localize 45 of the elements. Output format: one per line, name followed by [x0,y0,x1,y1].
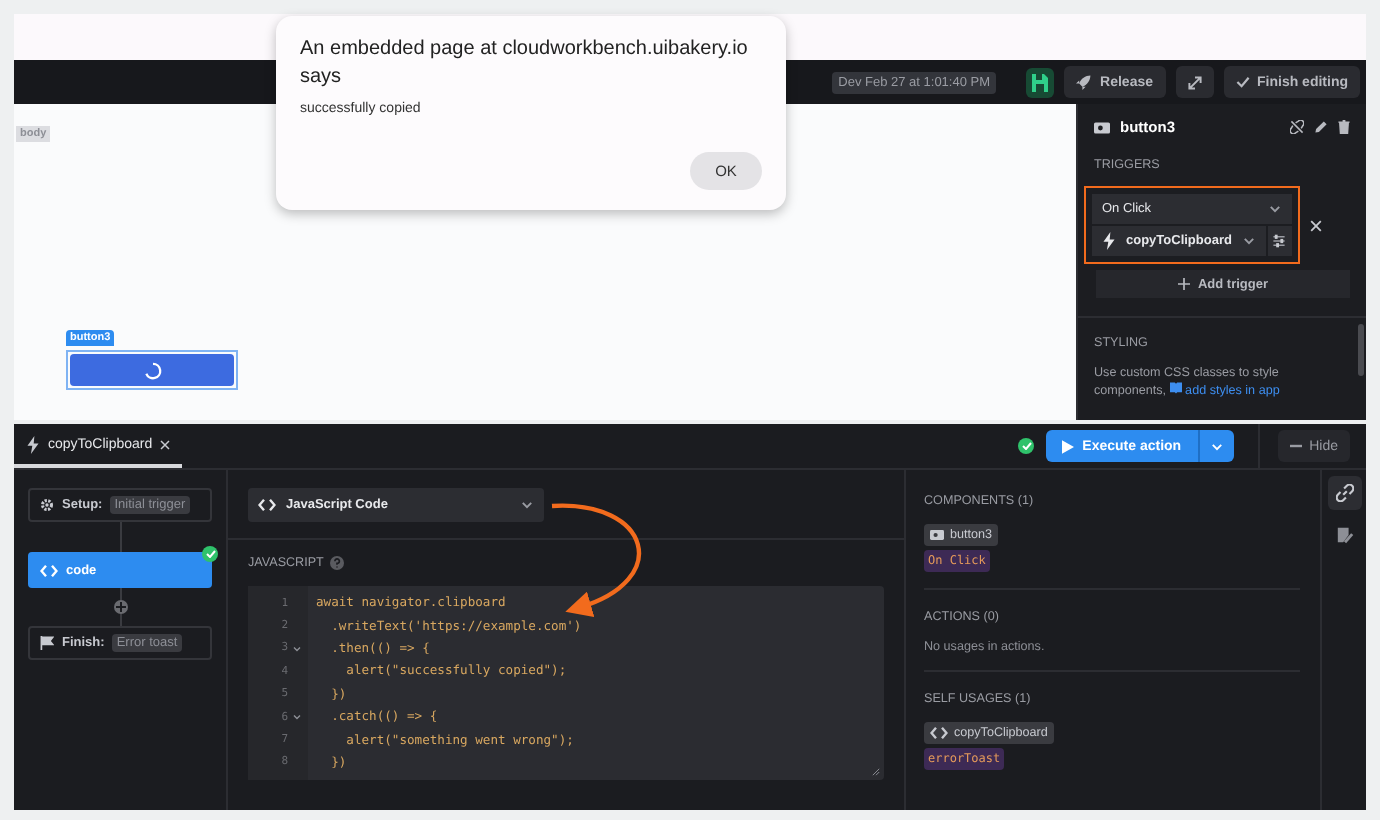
plus-icon [115,602,125,612]
close-icon[interactable] [1310,219,1322,231]
lightning-icon [1102,232,1116,250]
chevron-down-icon [1209,439,1224,453]
chevron-down-icon [1241,234,1256,248]
lightning-icon [26,435,40,453]
minus-icon [1289,444,1302,448]
check-icon [1021,442,1032,450]
resize-handle-icon [872,768,880,776]
trash-icon[interactable] [1338,120,1350,134]
video-icon [1094,121,1110,133]
sliders-icon [1272,234,1287,248]
spinner-icon [143,361,161,379]
play-icon [1062,439,1075,453]
link-icon [1335,484,1353,502]
add-step-button[interactable] [113,600,127,614]
code-icon [930,726,948,740]
fold-chevron-icon [292,710,302,725]
connector-line [119,614,121,626]
side-tool-button[interactable] [1327,476,1361,510]
expand-button[interactable] [1175,66,1213,98]
check-icon [205,550,215,558]
settings-button[interactable] [1267,226,1292,256]
expand-icon [1187,75,1201,89]
flag-icon [40,636,54,650]
dialog-title: An embedded page at cloudworkbench.uibakery.io says [300,36,750,92]
save-button[interactable] [1026,67,1055,97]
pencil-icon[interactable] [1314,120,1328,134]
fold-chevron-icon [292,641,302,656]
code-icon [258,498,276,512]
book-icon [1169,382,1182,394]
plus-icon [1177,278,1190,290]
help-icon [329,556,344,570]
clipboard-edit-icon [1335,526,1353,544]
close-icon[interactable] [160,439,171,449]
chevron-down-icon [520,498,534,512]
video-icon [930,530,944,540]
connector-line [119,522,121,552]
gear-icon [40,498,54,512]
unlink-icon[interactable] [1290,120,1304,134]
connector-line [119,588,121,600]
rocket-icon [1076,74,1093,90]
chevron-down-icon [1268,202,1282,216]
check-icon [1235,76,1249,88]
code-icon [40,563,58,577]
